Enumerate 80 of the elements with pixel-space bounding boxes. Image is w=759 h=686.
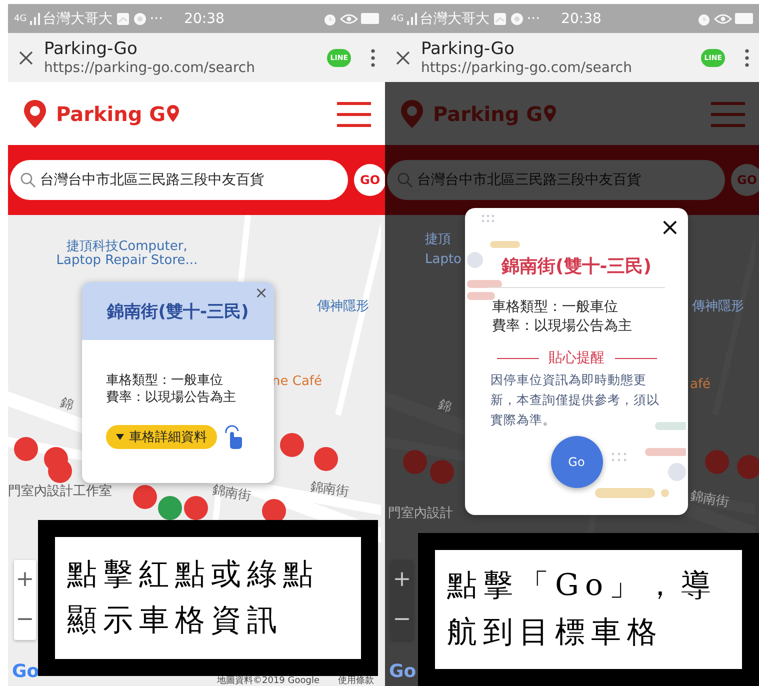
location-pin-icon	[22, 98, 48, 128]
close-button[interactable]: ×	[660, 214, 680, 240]
battery-icon	[361, 13, 379, 24]
notice-text: 因停車位資訊為即時動態更新，本查詢僅提供參考，須以實際為準。	[490, 371, 660, 429]
status-time: 20:38	[184, 10, 224, 26]
map-label: 門室內設計工作室	[8, 485, 112, 499]
more-menu-icon[interactable]	[745, 48, 749, 66]
notice-heading: 貼心提醒	[548, 349, 604, 367]
parking-dot[interactable]	[48, 459, 72, 483]
terms-link[interactable]: 使用條款	[338, 674, 374, 686]
search-field[interactable]: 台灣台中市北區三民路三段中友百貨	[10, 160, 348, 200]
network-label: 4G	[14, 14, 27, 24]
parking-dot[interactable]	[133, 485, 157, 509]
page-title: Parking-Go	[421, 38, 516, 58]
more-menu-icon[interactable]	[371, 48, 375, 66]
map-label: afé	[690, 378, 711, 392]
map-label: 錦	[436, 398, 453, 416]
zoom-in-button[interactable]: +	[392, 560, 412, 600]
dialog-title: 錦南街(雙十-三民)	[502, 255, 652, 278]
map-label: 傳神隱形	[692, 300, 744, 314]
search-icon	[20, 172, 36, 188]
zoom-in-button[interactable]: +	[16, 560, 34, 600]
parking-dot[interactable]	[314, 447, 338, 471]
signal-icon	[30, 12, 40, 24]
close-button[interactable]: ×	[254, 284, 268, 302]
signal-icon	[406, 12, 417, 24]
page-url: https://parking-go.com/search	[44, 58, 256, 76]
go-navigation-button[interactable]: Go	[550, 436, 602, 488]
map-label: 錦南街	[211, 484, 252, 504]
parking-dot[interactable]	[280, 433, 304, 457]
status-time: 20:38	[561, 10, 602, 26]
map-label: 捷頂科技Computer, Laptop Repair Store...	[55, 240, 199, 268]
close-icon[interactable]	[18, 50, 34, 66]
app-logo-text: Parking G	[56, 102, 166, 126]
map-label: 錦	[58, 396, 75, 414]
map-label: Lapto	[425, 253, 462, 267]
map-icon	[116, 12, 130, 26]
page-title: Parking-Go	[44, 38, 138, 58]
alarm-icon	[323, 12, 337, 26]
parking-dot[interactable]	[184, 496, 208, 520]
info-line: 費率：以現場公告為主	[492, 317, 632, 336]
carrier-name: 台灣大哥大	[42, 10, 113, 28]
caret-icon	[116, 434, 124, 440]
map-label: 錦南街	[689, 490, 730, 510]
alarm-icon	[697, 12, 711, 26]
network-label: 4G	[391, 14, 404, 24]
popup-title: 錦南街(雙十-三民)	[107, 300, 249, 322]
parking-dot[interactable]	[14, 437, 38, 461]
eye-icon	[714, 12, 732, 24]
go-button[interactable]: GO	[354, 164, 385, 196]
map-label: 捷頂	[425, 233, 451, 247]
carrier-name: 台灣大哥大	[420, 10, 490, 28]
map-label: 錦南街	[309, 480, 350, 500]
more-notifications: ···	[150, 10, 164, 26]
browser-icon	[510, 12, 524, 26]
more-notifications: ···	[526, 10, 540, 26]
info-line: 費率：以現場公告為主	[106, 389, 237, 406]
pin-icon	[166, 104, 180, 123]
zoom-out-button[interactable]: −	[16, 600, 34, 640]
close-icon[interactable]	[395, 50, 411, 66]
app-logo-text: Parking G	[433, 102, 543, 126]
info-line: 車格類型：一般車位	[106, 372, 224, 389]
details-button[interactable]: 車格詳細資料	[106, 425, 217, 449]
browser-icon	[132, 12, 147, 26]
battery-icon	[735, 13, 753, 24]
parking-dot[interactable]	[158, 496, 182, 520]
menu-icon[interactable]	[337, 100, 371, 126]
eye-icon	[340, 12, 358, 24]
map-icon	[492, 12, 507, 26]
map-logo: Go	[12, 661, 40, 682]
pointing-hand-icon	[223, 424, 243, 450]
map-label: 門室內設計	[388, 507, 453, 521]
map-label: 傳神隱形	[317, 300, 369, 314]
page-url: https://parking-go.com/search	[421, 58, 633, 76]
zoom-out-button[interactable]: −	[392, 600, 412, 640]
caption-text: 點擊「Go」，導航到目標車格	[447, 567, 718, 652]
map-attribution: 地圖資料©2019 Google	[217, 675, 320, 686]
info-line: 車格類型：一般車位	[492, 298, 618, 317]
map-logo: Go	[389, 661, 416, 682]
caption-text: 點擊紅點或綠點顯示車格資訊	[67, 556, 320, 640]
